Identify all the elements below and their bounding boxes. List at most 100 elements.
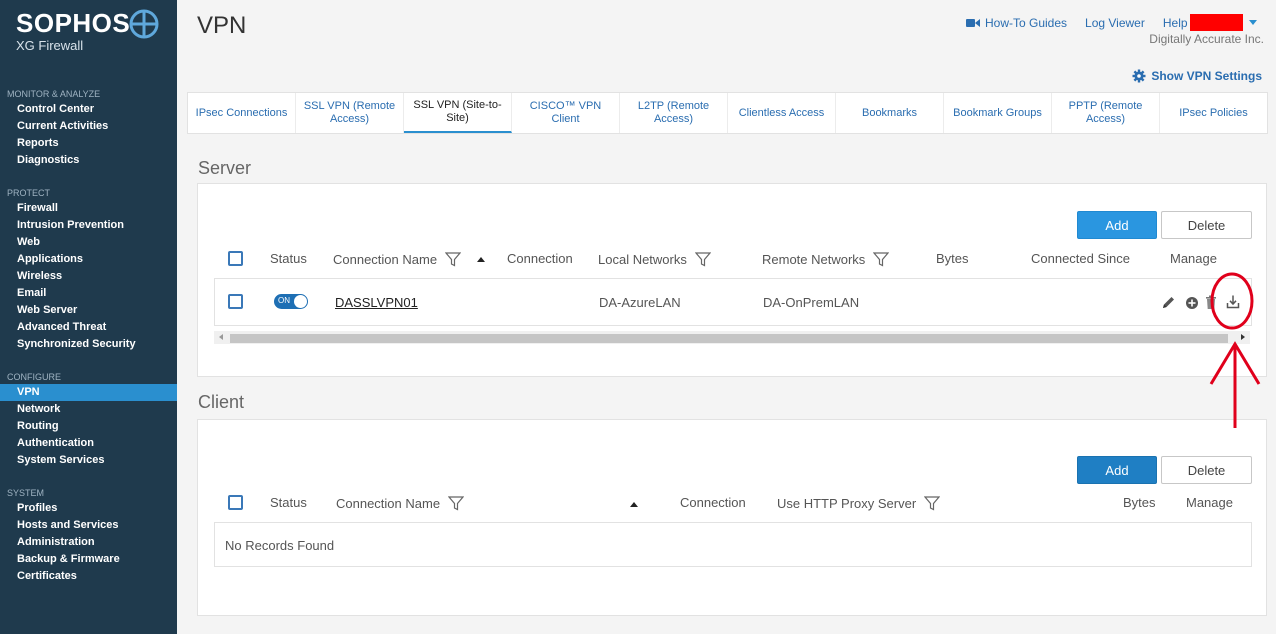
server-col-connected-since: Connected Since	[1031, 251, 1131, 266]
client-col-http-proxy-label: Use HTTP Proxy Server	[777, 495, 917, 511]
client-add-button[interactable]: Add	[1077, 456, 1157, 484]
sidebar-item-authentication[interactable]: Authentication	[0, 435, 177, 452]
connection-name-link[interactable]: DASSLVPN01	[335, 295, 418, 310]
remote-networks-value: DA-OnPremLAN	[763, 295, 860, 310]
nav-section-system: SYSTEM Profiles Hosts and Services Admin…	[0, 486, 177, 585]
client-section-title: Client	[198, 392, 245, 412]
client-col-bytes: Bytes	[1123, 495, 1156, 510]
brand: SOPHOS XG Firewall	[16, 9, 130, 53]
sidebar-item-profiles[interactable]: Profiles	[0, 500, 177, 517]
sidebar-item-web-server[interactable]: Web Server	[0, 302, 177, 319]
gear-icon	[1132, 69, 1146, 83]
client-col-http-proxy: Use HTTP Proxy Server	[777, 495, 941, 511]
server-col-local-networks-label: Local Networks	[598, 251, 687, 267]
sidebar-item-control-center[interactable]: Control Center	[0, 101, 177, 118]
nav-heading: CONFIGURE	[7, 372, 61, 382]
sidebar-item-network[interactable]: Network	[0, 401, 177, 418]
sidebar-item-hosts-and-services[interactable]: Hosts and Services	[0, 517, 177, 534]
server-delete-button[interactable]: Delete	[1161, 211, 1252, 239]
sidebar-item-certificates[interactable]: Certificates	[0, 568, 177, 585]
howto-guides-link[interactable]: How-To Guides	[966, 16, 1067, 30]
client-select-all-checkbox[interactable]	[228, 495, 243, 510]
sidebar-item-system-services[interactable]: System Services	[0, 452, 177, 469]
log-viewer-link[interactable]: Log Viewer	[1085, 16, 1145, 30]
scrollbar-thumb[interactable]	[230, 334, 1228, 343]
sidebar-item-reports[interactable]: Reports	[0, 135, 177, 152]
toggle-knob	[294, 295, 307, 308]
tab-pptp-remote-access[interactable]: PPTP (Remote Access)	[1052, 93, 1160, 133]
company-name: Digitally Accurate Inc.	[1149, 32, 1264, 46]
server-col-bytes: Bytes	[936, 251, 969, 266]
filter-icon[interactable]	[873, 251, 890, 267]
nav-heading: SYSTEM	[7, 488, 45, 498]
brand-name: SOPHOS	[16, 8, 131, 38]
video-camera-icon	[966, 18, 980, 27]
tab-ipsec-connections[interactable]: IPsec Connections	[188, 93, 296, 133]
edit-pencil-icon[interactable]	[1161, 295, 1176, 310]
client-col-connection-name-label: Connection Name	[336, 495, 441, 511]
sidebar: SOPHOS XG Firewall MONITOR & ANALYZE Con…	[0, 0, 177, 634]
trash-icon[interactable]	[1205, 295, 1217, 310]
tab-cisco-vpn-client[interactable]: CISCO™ VPN Client	[512, 93, 620, 133]
nav-section-protect: PROTECT Firewall Intrusion Prevention We…	[0, 186, 177, 353]
sidebar-item-web[interactable]: Web	[0, 234, 177, 251]
filter-icon[interactable]	[445, 251, 462, 267]
sort-ascending-icon[interactable]	[630, 502, 638, 507]
show-vpn-settings-link[interactable]: Show VPN Settings	[1132, 69, 1262, 83]
sidebar-item-vpn[interactable]: VPN	[0, 384, 177, 401]
filter-icon[interactable]	[694, 251, 711, 267]
tab-clientless-access[interactable]: Clientless Access	[728, 93, 836, 133]
server-add-button[interactable]: Add	[1077, 211, 1157, 239]
page-title: VPN	[197, 12, 247, 39]
show-vpn-settings-label: Show VPN Settings	[1151, 69, 1262, 83]
client-col-connection-name: Connection Name	[336, 495, 465, 511]
client-delete-button[interactable]: Delete	[1161, 456, 1252, 484]
redacted-username	[1189, 14, 1243, 31]
empty-table-row: No Records Found	[214, 522, 1252, 567]
tab-bookmarks[interactable]: Bookmarks	[836, 93, 944, 133]
server-col-remote-networks: Remote Networks	[762, 251, 890, 267]
tab-l2tp-remote-access[interactable]: L2TP (Remote Access)	[620, 93, 728, 133]
client-panel: Add Delete Status Connection Name Connec…	[197, 419, 1267, 616]
tab-ssl-vpn-site-to-site[interactable]: SSL VPN (Site-to-Site)	[404, 93, 512, 133]
tab-ssl-vpn-remote-access[interactable]: SSL VPN (Remote Access)	[296, 93, 404, 133]
scroll-left-arrow-icon[interactable]	[219, 334, 223, 340]
help-label: Help	[1162, 15, 1188, 30]
vpn-tabs: IPsec Connections SSL VPN (Remote Access…	[187, 92, 1268, 134]
download-icon[interactable]	[1226, 294, 1240, 309]
sidebar-item-diagnostics[interactable]: Diagnostics	[0, 152, 177, 169]
server-select-all-checkbox[interactable]	[228, 251, 243, 266]
sidebar-item-routing[interactable]: Routing	[0, 418, 177, 435]
help-link[interactable]: Help	[1163, 14, 1257, 31]
sort-ascending-icon[interactable]	[477, 257, 485, 262]
sidebar-item-firewall[interactable]: Firewall	[0, 200, 177, 217]
sidebar-item-applications[interactable]: Applications	[0, 251, 177, 268]
server-col-connection-name-label: Connection Name	[333, 251, 438, 267]
sophos-logo-icon	[129, 9, 159, 39]
tab-ipsec-policies[interactable]: IPsec Policies	[1160, 93, 1267, 133]
client-col-manage: Manage	[1186, 495, 1233, 510]
sidebar-item-intrusion-prevention[interactable]: Intrusion Prevention	[0, 217, 177, 234]
client-col-status: Status	[270, 495, 307, 510]
sidebar-item-email[interactable]: Email	[0, 285, 177, 302]
server-panel: Add Delete Status Connection Name Connec…	[197, 183, 1267, 377]
row-checkbox[interactable]	[228, 294, 243, 309]
nav-section-configure: CONFIGURE VPN Network Routing Authentica…	[0, 370, 177, 469]
status-toggle[interactable]: ON	[274, 294, 308, 309]
filter-icon[interactable]	[448, 495, 465, 511]
filter-icon[interactable]	[924, 495, 941, 511]
sidebar-item-current-activities[interactable]: Current Activities	[0, 118, 177, 135]
sidebar-item-wireless[interactable]: Wireless	[0, 268, 177, 285]
nav-heading: PROTECT	[7, 188, 51, 198]
sidebar-item-backup-firmware[interactable]: Backup & Firmware	[0, 551, 177, 568]
horizontal-scrollbar[interactable]	[214, 331, 1250, 344]
tab-bookmark-groups[interactable]: Bookmark Groups	[944, 93, 1052, 133]
brand-product: XG Firewall	[16, 38, 84, 53]
add-circle-icon[interactable]	[1185, 296, 1199, 310]
sidebar-item-administration[interactable]: Administration	[0, 534, 177, 551]
sidebar-item-advanced-threat[interactable]: Advanced Threat	[0, 319, 177, 336]
server-section-title: Server	[198, 158, 252, 178]
nav-section-monitor: MONITOR & ANALYZE Control Center Current…	[0, 87, 177, 169]
scroll-right-arrow-icon[interactable]	[1241, 334, 1245, 340]
sidebar-item-synchronized-security[interactable]: Synchronized Security	[0, 336, 177, 353]
